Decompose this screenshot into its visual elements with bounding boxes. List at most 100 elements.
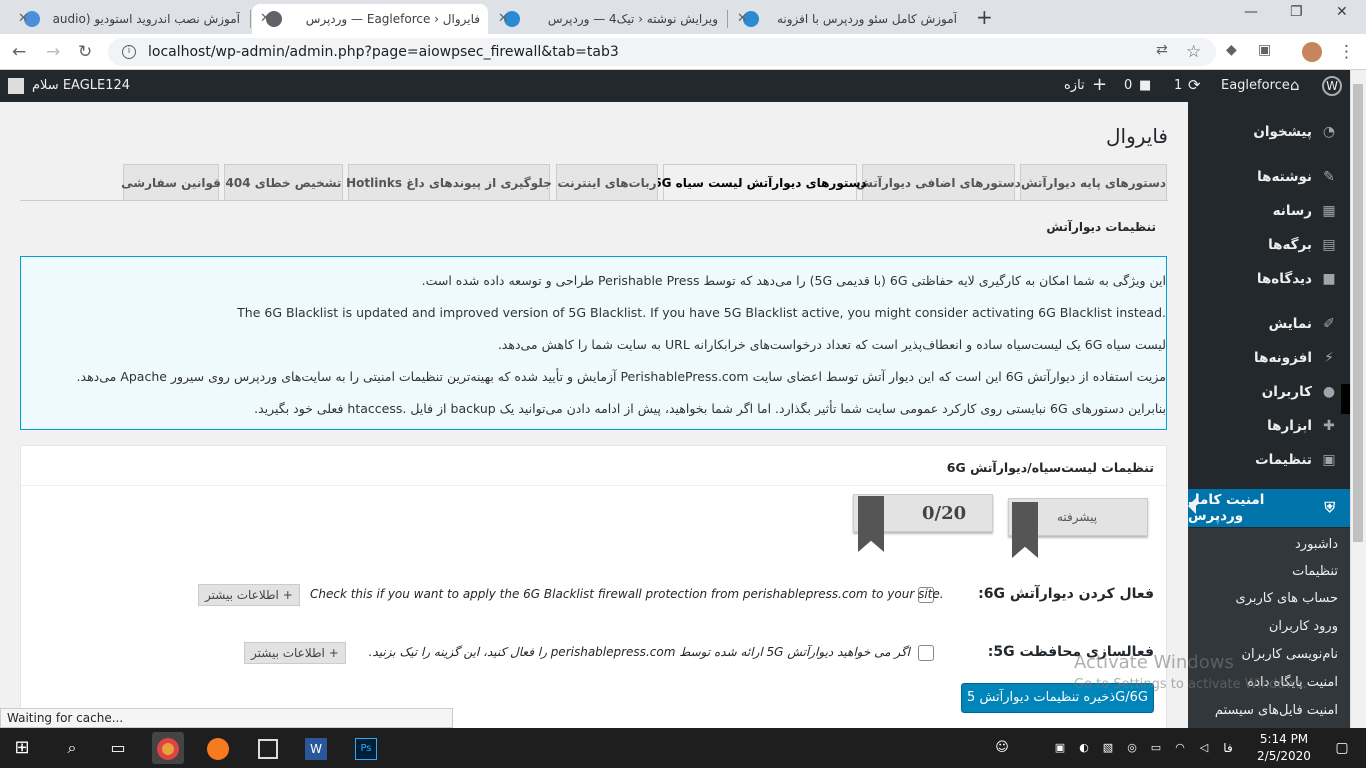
main-content: فایروال دستورهای پایه دیوارآتش دستورهای … (0, 102, 1188, 735)
wordpress-logo-icon[interactable]: W (1322, 76, 1342, 96)
minimize-icon[interactable]: — (1244, 4, 1258, 20)
photoshop-icon[interactable]: Ps (350, 732, 382, 764)
windows-start-icon[interactable]: ⊞ (6, 732, 38, 764)
sidebar-item-label: تنظیمات (1255, 452, 1312, 468)
more-info-button[interactable]: + اطلاعات بیشتر (244, 642, 346, 664)
tab-underline (20, 200, 1168, 201)
wrench-icon: ✚ (1323, 418, 1335, 434)
submenu-filesystem-security[interactable]: امنیت فایل‌های سیستم (1215, 703, 1338, 718)
info-box: این ویژگی به شما امکان به کارگیری لایه ح… (20, 256, 1167, 430)
people-icon[interactable]: ☺ (986, 732, 1018, 764)
browser-tab[interactable]: آموزش نصب اندروید استودیو (audio ✕ (10, 4, 248, 34)
comment-icon: ■ (1322, 271, 1336, 287)
sidebar-item-plugins[interactable]: افزونه‌ها ⚡ (1188, 341, 1350, 375)
sidebar-item-tools[interactable]: ابزارها ✚ (1188, 409, 1350, 443)
sidebar-item-security[interactable]: امنیت کامل وردپرس ⛨ (1188, 489, 1350, 527)
search-icon[interactable]: ⌕ (56, 732, 88, 764)
extension-icon[interactable]: ◆ (1226, 42, 1237, 58)
forward-icon[interactable]: → (46, 42, 60, 62)
tab-6g-blacklist[interactable]: دستورهای دیوارآتش لیست سیاه 6G (653, 164, 867, 201)
submenu-user-login[interactable]: ورود کاربران (1269, 619, 1338, 634)
sidebar-item-label: ابزارها (1267, 418, 1312, 434)
extension-icon[interactable]: ▣ (1258, 42, 1271, 58)
user-icon: ● (1322, 384, 1336, 400)
more-info-button[interactable]: + اطلاعات بیشتر (198, 584, 300, 606)
app-icon[interactable] (252, 732, 284, 764)
page-title: فایروال (1105, 124, 1168, 148)
submenu-user-accounts[interactable]: حساب های کاربری (1236, 591, 1338, 606)
taskbar-clock[interactable]: 5:14 PM 2/5/2020 (1254, 731, 1314, 765)
sidebar-item-users[interactable]: کاربران ● (1188, 375, 1350, 409)
tab-internet-bots[interactable]: ربات‌های اینترنت (556, 164, 658, 200)
submenu-dashboard[interactable]: داشبورد (1295, 537, 1338, 552)
sidebar-item-dashboard[interactable]: پیشخوان ◔ (1188, 115, 1350, 149)
reload-icon[interactable]: ↻ (78, 42, 92, 62)
sidebar-item-settings[interactable]: تنظیمات ▣ (1188, 443, 1350, 477)
translate-icon[interactable]: ⇄ (1156, 42, 1168, 58)
user-avatar[interactable] (8, 78, 24, 94)
close-window-icon[interactable]: ✕ (1336, 4, 1348, 20)
info-icon: i (122, 45, 136, 59)
tab-title: ویرایش نوشته ‹ تیک4 — وردپرس (547, 12, 718, 26)
submenu-settings[interactable]: تنظیمات (1292, 564, 1338, 579)
maximize-icon[interactable]: ❐ (1290, 4, 1303, 20)
shield-icon: ⛨ (1324, 500, 1335, 516)
new-content-link[interactable]: تازه (1064, 78, 1085, 93)
browser-tab-active[interactable]: فایروال ‹ Eagleforce — وردپرس ✕ (252, 4, 488, 34)
info-paragraph: The 6G Blacklist is updated and improved… (237, 305, 1166, 320)
scrollbar-thumb[interactable] (1353, 84, 1363, 542)
updates-count[interactable]: 1 (1174, 78, 1182, 93)
tab-additional-firewall[interactable]: دستورهای اضافی دیوارآتش (856, 164, 1021, 200)
browser-tab[interactable]: ویرایش نوشته ‹ تیک4 — وردپرس ✕ (490, 4, 726, 34)
task-view-icon[interactable]: ▭ (102, 732, 134, 764)
tab-basic-firewall[interactable]: دستورهای پایه دیوارآتش (1020, 164, 1167, 200)
sidebar-item-label: کاربران (1261, 384, 1312, 400)
close-icon[interactable]: ✕ (260, 11, 271, 26)
word-icon[interactable]: W (300, 732, 332, 764)
sidebar-item-appearance[interactable]: نمایش ✐ (1188, 307, 1350, 341)
tab-hotlinks[interactable]: جلوگیری از پیوندهای داغ Hotlinks (346, 164, 552, 200)
tab-title: آموزش کامل سئو وردپرس با افزونه (776, 12, 957, 26)
close-icon[interactable]: ✕ (737, 11, 748, 26)
pin-icon: ✎ (1323, 169, 1335, 185)
tab-title: آموزش نصب اندروید استودیو (audio (52, 12, 240, 26)
tab-custom-rules[interactable]: قوانین سفارشی (121, 164, 221, 200)
enable-6g-label: فعال کردن دیوارآتش 6G: (978, 586, 1154, 602)
url-field[interactable]: i localhost/wp-admin/admin.php?page=aiow… (108, 38, 1216, 66)
sidebar-item-label: دیدگاه‌ها (1256, 271, 1312, 287)
greeting-text[interactable]: سلام EAGLE124 (32, 78, 130, 93)
comments-count[interactable]: 0 (1124, 78, 1132, 93)
sidebar-item-pages[interactable]: برگه‌ها ▤ (1188, 228, 1350, 262)
tab-404-detection[interactable]: تشخیص خطای 404 (224, 164, 343, 200)
sidebar-item-label: امنیت کامل وردپرس (1188, 492, 1265, 524)
profile-avatar[interactable] (1302, 42, 1322, 62)
windows-taskbar: ⊞ ⌕ ▭ W Ps ☺ ▣ ◐ ▧ ◎ ▭ ◠ ◁ فا ▢ (0, 728, 1366, 768)
browser-status-bar: Waiting for cache... (0, 708, 453, 728)
back-icon[interactable]: ← (12, 42, 26, 62)
sidebar-item-posts[interactable]: نوشته‌ها ✎ (1188, 160, 1350, 194)
info-paragraph: لیست سیاه 6G یک لیست‌سیاه ساده و انعطاف‌… (497, 337, 1166, 352)
enable-5g-checkbox[interactable] (918, 645, 934, 661)
close-icon[interactable]: ✕ (498, 11, 509, 26)
submenu-user-registration[interactable]: نام‌نویسی کاربران (1241, 647, 1338, 662)
close-icon[interactable]: ✕ (18, 11, 29, 26)
sidebar-item-label: رسانه (1272, 203, 1312, 219)
security-level-text: پیشرفته (1057, 510, 1098, 524)
sidebar-item-label: نوشته‌ها (1257, 169, 1312, 185)
bookmark-star-icon[interactable]: ☆ (1186, 42, 1201, 62)
notifications-icon[interactable]: ▢ (1326, 732, 1358, 764)
menu-dots-icon[interactable]: ⋮ (1338, 42, 1355, 62)
chrome-icon[interactable] (152, 732, 184, 764)
wp-admin-bar: سلام EAGLE124 تازه + 0 ■ 1 ⟳ Eagleforce … (0, 70, 1366, 102)
browser-tab[interactable]: آموزش کامل سئو وردپرس با افزونه ✕ (729, 4, 965, 34)
site-name-link[interactable]: Eagleforce (1221, 78, 1290, 93)
sidebar-item-label: افزونه‌ها (1254, 350, 1312, 366)
clock-time: 5:14 PM (1259, 732, 1309, 746)
enable-6g-description: Check this if you want to apply the 6G B… (310, 587, 944, 601)
language-indicator[interactable]: فا (1212, 732, 1244, 764)
comment-icon: ■ (1139, 78, 1152, 93)
sidebar-item-media[interactable]: رسانه ▦ (1188, 194, 1350, 228)
new-tab-icon[interactable]: + (976, 5, 993, 29)
sidebar-item-comments[interactable]: دیدگاه‌ها ■ (1188, 262, 1350, 296)
firefox-icon[interactable] (202, 732, 234, 764)
